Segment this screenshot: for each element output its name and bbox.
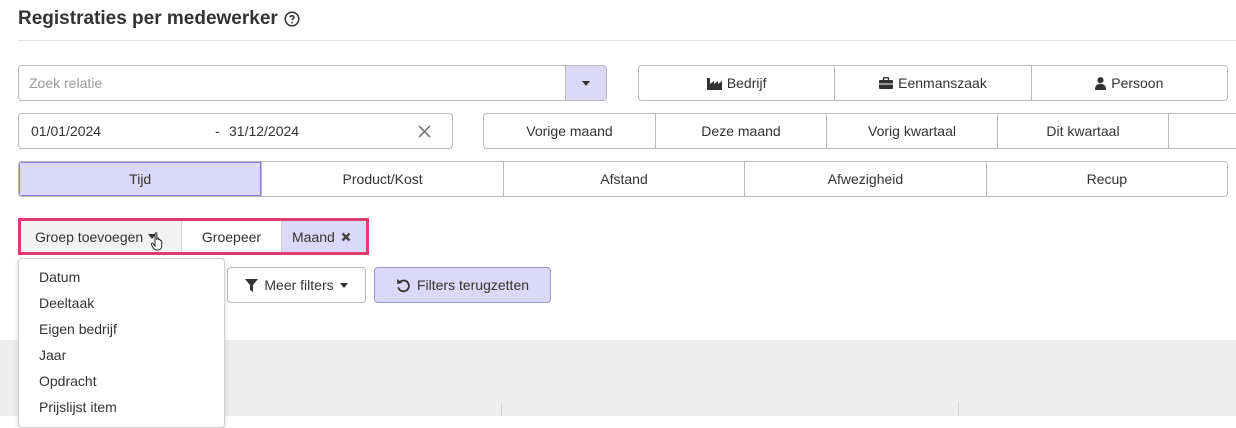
period-deze-maand[interactable]: Deze maand xyxy=(655,114,826,148)
factory-icon xyxy=(706,77,722,90)
clear-icon[interactable] xyxy=(418,125,431,138)
tab-afstand[interactable]: Afstand xyxy=(502,162,745,196)
title-divider xyxy=(18,40,1236,41)
reset-filters-label: Filters terugzetten xyxy=(416,277,530,293)
relation-type-persoon[interactable]: Persoon xyxy=(1030,66,1227,100)
column-divider xyxy=(501,402,502,416)
group-label: Groepeer xyxy=(182,221,282,252)
dropdown-item-opdracht[interactable]: Opdracht xyxy=(19,368,224,394)
person-icon xyxy=(1095,76,1107,90)
page-title: Registraties per medewerker xyxy=(18,8,300,30)
hand-cursor-icon xyxy=(151,232,163,251)
group-bar: Groep toevoegen Groepeer Maand xyxy=(18,218,369,255)
period-vorige-maand[interactable]: Vorige maand xyxy=(484,114,655,148)
undo-icon xyxy=(396,278,410,292)
relation-search xyxy=(18,65,607,101)
period-more[interactable] xyxy=(1168,114,1236,148)
date-start: 01/01/2024 xyxy=(31,123,102,139)
page-title-text: Registraties per medewerker xyxy=(18,8,278,29)
dropdown-item-deeltaak[interactable]: Deeltaak xyxy=(19,290,224,316)
column-divider xyxy=(958,402,959,416)
relation-type-group: Bedrijf Eenmanszaak Persoon xyxy=(638,65,1228,101)
dropdown-item-prijslijst-item[interactable]: Prijslijst item xyxy=(19,394,224,420)
relation-type-bedrijf[interactable]: Bedrijf xyxy=(639,66,835,100)
period-vorig-kwartaal[interactable]: Vorig kwartaal xyxy=(826,114,997,148)
help-icon[interactable] xyxy=(284,11,300,27)
group-chip-label: Maand xyxy=(292,228,335,245)
caret-down-icon xyxy=(582,80,590,86)
date-range-field[interactable]: 01/01/2024 - 31/12/2024 xyxy=(18,113,453,149)
add-group-label: Groep toevoegen xyxy=(35,228,144,245)
dropdown-item-jaar[interactable]: Jaar xyxy=(19,342,224,368)
relation-type-eenmanszaak[interactable]: Eenmanszaak xyxy=(834,66,1031,100)
search-dropdown-button[interactable] xyxy=(565,66,606,100)
dropdown-item-datum[interactable]: Datum xyxy=(19,264,224,290)
more-filters-button[interactable]: Meer filters xyxy=(227,267,366,303)
date-separator: - xyxy=(215,123,220,139)
reset-filters-button[interactable]: Filters terugzetten xyxy=(374,267,551,303)
period-dit-kwartaal[interactable]: Dit kwartaal xyxy=(997,114,1168,148)
search-input[interactable] xyxy=(19,66,565,100)
period-presets: Vorige maand Deze maand Vorig kwartaal D… xyxy=(483,113,1236,149)
group-chip[interactable]: Maand xyxy=(282,221,366,252)
relation-type-label: Bedrijf xyxy=(726,75,767,91)
relation-type-label: Eenmanszaak xyxy=(898,75,987,91)
date-end: 31/12/2024 xyxy=(229,123,300,139)
dropdown-item-eigen-bedrijf[interactable]: Eigen bedrijf xyxy=(19,316,224,342)
group-dropdown-menu: Datum Deeltaak Eigen bedrijf Jaar Opdrac… xyxy=(18,258,225,428)
tab-tijd[interactable]: Tijd xyxy=(19,162,262,196)
tab-product-kost[interactable]: Product/Kost xyxy=(261,162,503,196)
tab-recup[interactable]: Recup xyxy=(985,162,1227,196)
more-filters-label: Meer filters xyxy=(264,277,334,293)
filter-icon xyxy=(245,278,259,292)
tab-afwezigheid[interactable]: Afwezigheid xyxy=(744,162,986,196)
relation-type-label: Persoon xyxy=(1111,75,1164,91)
caret-down-icon xyxy=(339,282,348,288)
remove-icon[interactable] xyxy=(341,232,351,242)
category-tabs: Tijd Product/Kost Afstand Afwezigheid Re… xyxy=(18,161,1228,197)
briefcase-icon xyxy=(879,77,894,89)
